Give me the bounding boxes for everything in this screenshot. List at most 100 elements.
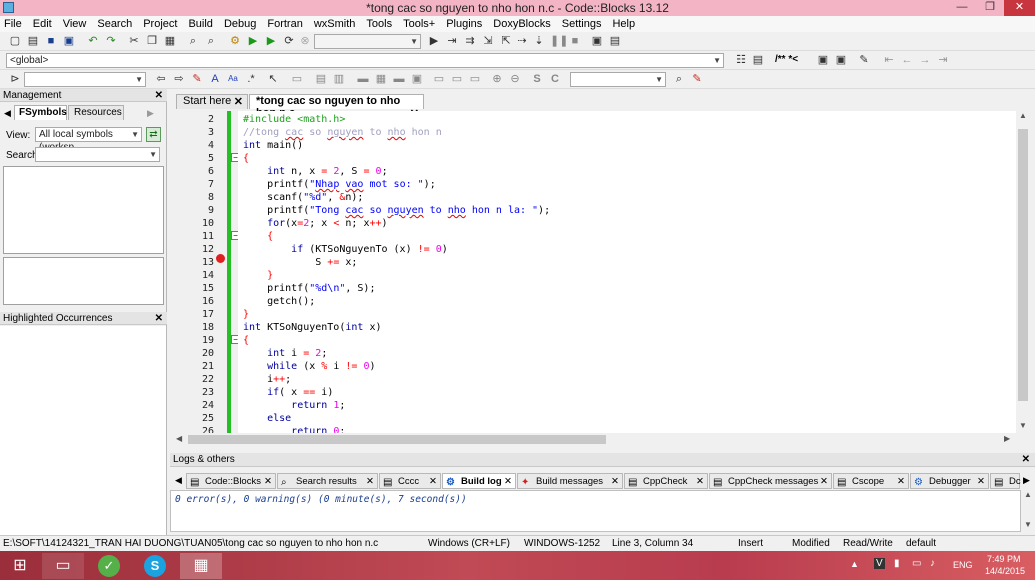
file-explorer-icon[interactable]: ▭ [42, 553, 84, 579]
wx-grid-icon[interactable]: ▦ [374, 72, 388, 86]
options-icon[interactable]: ▤ [751, 53, 765, 67]
close-icon[interactable]: ✕ [1022, 453, 1030, 467]
menu-project[interactable]: Project [143, 18, 177, 30]
step-into-icon[interactable]: ⇲ [481, 34, 495, 48]
wx-box-icon[interactable]: ▬ [356, 72, 370, 86]
tab-cppcheck-messages[interactable]: ▤ CppCheck messages ✕ [709, 473, 832, 489]
volume-icon[interactable]: ♪ [930, 558, 935, 569]
code-editor[interactable]: #include <math.h> //tong cac so nguyen t… [238, 111, 1016, 437]
tab-cscope[interactable]: ▤ Cscope ✕ [833, 473, 909, 489]
doxy-icon[interactable]: ▣ [816, 53, 830, 67]
symbol-settings-icon[interactable]: ✎ [690, 72, 704, 86]
wx-dialog-icon[interactable]: ▥ [332, 72, 346, 86]
menu-debug[interactable]: Debug [224, 18, 256, 30]
tab-debugger[interactable]: ⚙ Debugger ✕ [910, 473, 989, 489]
wx-panel-icon[interactable]: ▤ [314, 72, 328, 86]
menu-build[interactable]: Build [188, 18, 212, 30]
redo-icon[interactable]: ↷ [104, 34, 118, 48]
tab-scroll-right-icon[interactable]: ▶ [147, 108, 154, 119]
forward-icon[interactable]: ⇨ [172, 72, 186, 86]
wx-frame-icon[interactable]: ▭ [290, 72, 304, 86]
wrench-icon[interactable]: ✎ [857, 53, 871, 67]
menu-doxyblocks[interactable]: DoxyBlocks [493, 18, 550, 30]
maximize-icon[interactable]: ❐ [976, 0, 1004, 16]
symbol-search-select[interactable]: ▼ [570, 72, 666, 87]
paste-icon[interactable]: ▦ [163, 34, 177, 48]
new-file-icon[interactable]: ▢ [8, 34, 22, 48]
debug-run-icon[interactable]: ▶ [427, 34, 441, 48]
minimize-icon[interactable]: — [948, 0, 976, 16]
cut-icon[interactable]: ✂ [127, 34, 141, 48]
start-button[interactable]: ⊞ [0, 553, 40, 579]
run-to-cursor-icon[interactable]: ⇥ [445, 34, 459, 48]
clock-time[interactable]: 7:49 PM [987, 554, 1021, 564]
debug-info-icon[interactable]: ▤ [608, 34, 622, 48]
step-instruction-icon[interactable]: ⇣ [532, 34, 546, 48]
select-icon[interactable]: ↖ [266, 72, 280, 86]
back-icon[interactable]: ⇦ [154, 72, 168, 86]
wx-notebook-icon[interactable]: ▭ [468, 72, 482, 86]
wx-static-icon[interactable]: ▭ [450, 72, 464, 86]
aa-icon[interactable]: Aa [226, 72, 240, 86]
network-icon[interactable]: ▮ [894, 558, 900, 569]
tab-scroll-left-icon[interactable]: ◀ [4, 108, 11, 119]
c-icon[interactable]: C [548, 72, 562, 86]
jump-icon[interactable]: ⊳ [8, 72, 22, 86]
wx-flex-icon[interactable]: ▣ [410, 72, 424, 86]
horizontal-scrollbar[interactable]: ◀ ▶ [174, 433, 1016, 446]
save-all-icon[interactable]: ▣ [62, 34, 76, 48]
symbol-find-icon[interactable]: ⌕ [672, 72, 686, 86]
copy-icon[interactable]: ❐ [145, 34, 159, 48]
regex-icon[interactable]: .* [244, 72, 258, 86]
tab-search-results[interactable]: ⌕ Search results ✕ [277, 473, 378, 489]
wx-space-icon[interactable]: ▭ [432, 72, 446, 86]
tab-more[interactable]: ▤ Dc [990, 473, 1021, 489]
find-icon[interactable]: ⌕ [186, 34, 200, 48]
refresh-icon[interactable]: ⇄ [146, 127, 161, 142]
tab-scroll-left-icon[interactable]: ◀ [175, 475, 182, 486]
zoom-in-icon[interactable]: ⊕ [490, 72, 504, 86]
skype-icon[interactable]: S [134, 553, 176, 579]
tab-scroll-right-icon[interactable]: ▶ [1023, 475, 1030, 486]
save-icon[interactable]: ■ [44, 34, 58, 48]
nav-next-icon[interactable]: → [918, 53, 932, 67]
tab-cccc[interactable]: ▤ Cccc ✕ [379, 473, 441, 489]
doxy-run-icon[interactable]: ▣ [834, 53, 848, 67]
menu-settings[interactable]: Settings [562, 18, 602, 30]
battery-icon[interactable]: ▭ [912, 558, 921, 569]
menu-search[interactable]: Search [97, 18, 132, 30]
zoom-out-icon[interactable]: ⊖ [508, 72, 522, 86]
close-icon[interactable]: ✕ [1004, 0, 1035, 16]
line-gutter[interactable]: 2 3 4 5 6 7 8 9 10 11 12 13 14 15 16 17 … [174, 111, 240, 437]
build-icon[interactable]: ⚙ [228, 34, 242, 48]
debug-windows-icon[interactable]: ▣ [590, 34, 604, 48]
menu-wxsmith[interactable]: wxSmith [314, 18, 356, 30]
menu-file[interactable]: File [4, 18, 22, 30]
tab-codeblocks-log[interactable]: ▤ Code::Blocks ✕ [186, 473, 276, 489]
codeblocks-taskbar-icon[interactable]: ▦ [180, 553, 222, 579]
tab-source-file[interactable]: *tong cac so nguyen to nho hon n.c✕ [249, 94, 424, 120]
tab-resources[interactable]: Resources [68, 105, 124, 120]
menu-edit[interactable]: Edit [33, 18, 52, 30]
close-icon[interactable]: ✕ [155, 89, 163, 102]
wx-sizer-icon[interactable]: ▬ [392, 72, 406, 86]
nav-last-icon[interactable]: ⇥ [936, 53, 950, 67]
abort-icon[interactable]: ⊗ [298, 34, 312, 48]
tab-build-messages[interactable]: ✦ Build messages ✕ [517, 473, 623, 489]
tab-build-log[interactable]: ⚙ Build log ✕ [442, 473, 516, 489]
highlight-icon[interactable]: ✎ [190, 72, 204, 86]
symbol-tree[interactable] [3, 166, 164, 254]
s-icon[interactable]: S [530, 72, 544, 86]
tray-expand-icon[interactable]: ▲ [850, 559, 859, 569]
scroll-thumb[interactable] [1018, 129, 1028, 401]
clock-date[interactable]: 14/4/2015 [985, 566, 1025, 576]
search-input[interactable]: ▼ [35, 147, 160, 162]
menu-plugins[interactable]: Plugins [446, 18, 482, 30]
nav-first-icon[interactable]: ⇤ [882, 53, 896, 67]
tab-start-here[interactable]: Start here ✕ [176, 94, 248, 109]
tab-fsymbols[interactable]: FSymbols [14, 105, 67, 120]
run-icon[interactable]: ▶ [246, 34, 260, 48]
rebuild-icon[interactable]: ⟳ [282, 34, 296, 48]
replace-icon[interactable]: ⌕ [204, 34, 218, 48]
text-icon[interactable]: A [208, 72, 222, 86]
